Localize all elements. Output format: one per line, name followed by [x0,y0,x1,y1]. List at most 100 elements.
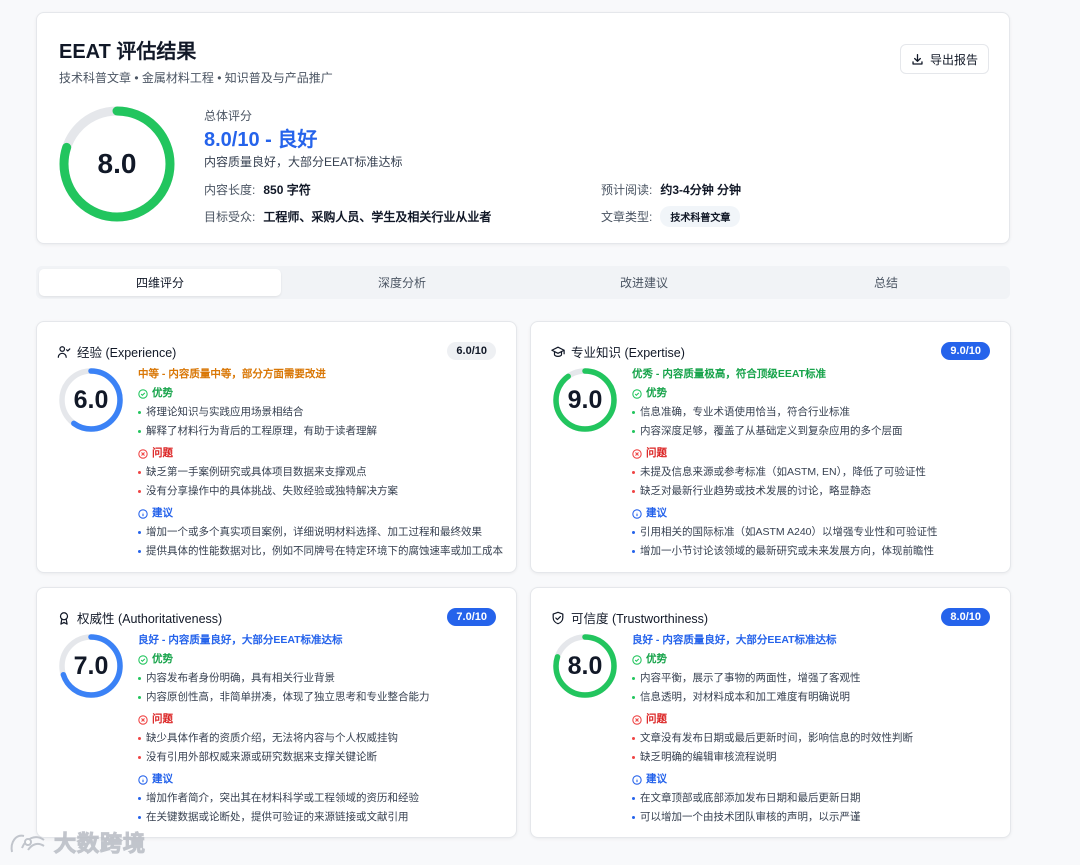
watermark-icon [10,834,45,853]
tab-summary[interactable]: 总结 [765,269,1007,296]
dimension-details: 良好 - 内容质量良好，大部分EEAT标准达标 优势 内容平衡，展示了事物的两面… [632,632,1000,832]
strengths-label: 优势 [646,387,667,399]
overall-description: 内容质量良好，大部分EEAT标准达标 [204,155,403,169]
article-type: 文章类型: 技术科普文章 [601,206,741,227]
check-circle-icon [632,654,642,665]
export-report-label: 导出报告 [929,52,978,67]
suggestions-heading: 建议 [632,772,1000,787]
check-circle-icon [138,654,148,665]
dimension-title: 权威性 (Authoritativeness) [57,608,222,627]
strengths-heading: 优势 [138,386,506,401]
suggestions-label: 建议 [152,507,173,519]
suggestions-item: 增加作者简介，突出其在材料科学或工程领域的资历和经验 [138,789,506,808]
article-tags: 技术科普文章 • 金属材料工程 • 知识普及与产品推广 [59,71,333,85]
dimension-score-badge: 7.0/10 [447,608,496,626]
issues-item: 没有引用外部权威来源或研究数据来支撑关键论断 [138,748,506,767]
issues-item: 文章没有发布日期或最后更新时间，影响信息的时效性判断 [632,729,1000,748]
dimension-score-badge: 6.0/10 [447,342,496,360]
target-audience-label: 目标受众: [204,210,256,224]
tab-four-dimension-scores[interactable]: 四维评分 [39,269,281,296]
suggestions-item: 在文章顶部或底部添加发布日期和最后更新日期 [632,789,1000,808]
issues-item: 缺乏明确的编辑审核流程说明 [632,748,1000,767]
info-circle-icon [138,774,148,785]
target-audience-value: 工程师、采购人员、学生及相关行业从业者 [263,210,492,224]
dimension-score-number: 8.0 [567,651,603,680]
dimension-title-text: 权威性 (Authoritativeness) [77,612,223,626]
suggestions-list: 增加一个或多个真实项目案例，详细说明材料选择、加工过程和最终效果 提供具体的性能数… [138,523,506,561]
dimension-title-text: 专业知识 (Expertise) [571,346,685,360]
info-circle-icon [632,774,642,785]
dimension-title: 专业知识 (Expertise) [551,342,685,361]
dimension-score-ring: 6.0 [57,366,125,434]
dimension-score-number: 7.0 [73,651,109,680]
issues-label: 问题 [646,713,667,725]
suggestions-item: 引用相关的国际标准（如ASTM A240）以增强专业性和可验证性 [632,523,1000,542]
suggestions-item: 在关键数据或论断处，提供可验证的来源链接或文献引用 [138,808,506,827]
dimension-score-ring: 8.0 [551,632,619,700]
dimension-verdict: 良好 - 内容质量良好，大部分EEAT标准达标 [138,634,343,646]
download-icon [912,53,923,65]
overall-score-number: 8.0 [97,148,137,179]
issues-item: 缺乏第一手案例研究或具体项目数据来支撑观点 [138,463,506,482]
strengths-item: 内容平衡，展示了事物的两面性，增强了客观性 [632,669,1000,688]
reading-time-value: 约3-4分钟 分钟 [660,183,742,197]
x-circle-icon [632,448,642,459]
overall-score-ring: 8.0 [57,104,177,224]
suggestions-item: 提供具体的性能数据对比，例如不同牌号在特定环境下的腐蚀速率或加工成本 [138,542,506,561]
dimension-score-badge: 9.0/10 [941,342,990,360]
issues-label: 问题 [152,447,173,459]
issues-list: 缺乏第一手案例研究或具体项目数据来支撑观点 没有分享操作中的具体挑战、失败经验或独… [138,463,506,501]
issues-item: 缺乏对最新行业趋势或技术发展的讨论，略显静态 [632,482,1000,501]
export-report-button[interactable]: 导出报告 [900,44,989,74]
strengths-item: 内容发布者身份明确，具有相关行业背景 [138,669,506,688]
page-title: EEAT 评估结果 [59,41,197,63]
authoritativeness-card: 权威性 (Authoritativeness) 7.0/10 7.0 良好 - … [36,587,517,838]
issues-heading: 问题 [138,446,506,461]
strengths-heading: 优势 [138,652,506,667]
content-length: 内容长度: 850 字符 [204,181,311,198]
info-circle-icon [138,508,148,519]
reading-time: 预计阅读: 约3-4分钟 分钟 [601,181,741,198]
suggestions-item: 可以增加一个由技术团队审核的声明，以示严谨 [632,808,1000,827]
issues-heading: 问题 [632,446,1000,461]
suggestions-item: 增加一小节讨论该领域的最新研究或未来发展方向，体现前瞻性 [632,542,1000,561]
issues-list: 未提及信息来源或参考标准（如ASTM, EN），降低了可验证性 缺乏对最新行业趋势… [632,463,1000,501]
suggestions-label: 建议 [646,507,667,519]
dimension-details: 良好 - 内容质量良好，大部分EEAT标准达标 优势 内容发布者身份明确，具有相… [138,632,506,832]
tab-deep-analysis[interactable]: 深度分析 [281,269,523,296]
check-circle-icon [632,388,642,399]
article-type-badge: 技术科普文章 [660,206,741,227]
issues-list: 缺少具体作者的资质介绍，无法将内容与个人权威挂钩 没有引用外部权威来源或研究数据来… [138,729,506,767]
expertise-card: 专业知识 (Expertise) 9.0/10 9.0 优秀 - 内容质量极高，… [530,321,1011,573]
suggestions-list: 在文章顶部或底部添加发布日期和最后更新日期 可以增加一个由技术团队审核的声明，以示… [632,789,1000,827]
suggestions-label: 建议 [152,773,173,785]
strengths-item: 解释了材料行为背后的工程原理，有助于读者理解 [138,422,506,441]
strengths-item: 信息准确，专业术语使用恰当，符合行业标准 [632,403,1000,422]
issues-heading: 问题 [138,712,506,727]
dimension-title: 经验 (Experience) [57,342,176,361]
suggestions-heading: 建议 [138,772,506,787]
dimension-verdict: 优秀 - 内容质量极高，符合顶级EEAT标准 [632,368,827,380]
strengths-list: 内容发布者身份明确，具有相关行业背景 内容原创性高，非简单拼凑，体现了独立思考和专… [138,669,506,707]
x-circle-icon [138,714,148,725]
check-circle-icon [138,388,148,399]
dimension-score-number: 9.0 [567,385,603,414]
overall-score-value: 8.0/10 - 良好 [204,129,318,151]
tab-bar: 四维评分 深度分析 改进建议 总结 [36,266,1010,299]
content-length-value: 850 字符 [263,183,311,197]
dimension-title: 可信度 (Trustworthiness) [551,608,708,627]
dimension-verdict: 良好 - 内容质量良好，大部分EEAT标准达标 [632,634,837,646]
issues-item: 缺少具体作者的资质介绍，无法将内容与个人权威挂钩 [138,729,506,748]
issues-item: 没有分享操作中的具体挑战、失败经验或独特解决方案 [138,482,506,501]
tab-improvement-suggestions[interactable]: 改进建议 [523,269,765,296]
strengths-list: 信息准确，专业术语使用恰当，符合行业标准 内容深度足够，覆盖了从基础定义到复杂应用… [632,403,1000,441]
issues-heading: 问题 [632,712,1000,727]
issues-label: 问题 [646,447,667,459]
issues-item: 未提及信息来源或参考标准（如ASTM, EN），降低了可验证性 [632,463,1000,482]
issues-list: 文章没有发布日期或最后更新时间，影响信息的时效性判断 缺乏明确的编辑审核流程说明 [632,729,1000,767]
dimension-details: 中等 - 内容质量中等，部分方面需要改进 优势 将理论知识与实践应用场景相结合解… [138,366,506,566]
strengths-label: 优势 [152,653,173,665]
strengths-heading: 优势 [632,652,1000,667]
strengths-list: 将理论知识与实践应用场景相结合 解释了材料行为背后的工程原理，有助于读者理解 [138,403,506,441]
dimension-score-badge: 8.0/10 [941,608,990,626]
